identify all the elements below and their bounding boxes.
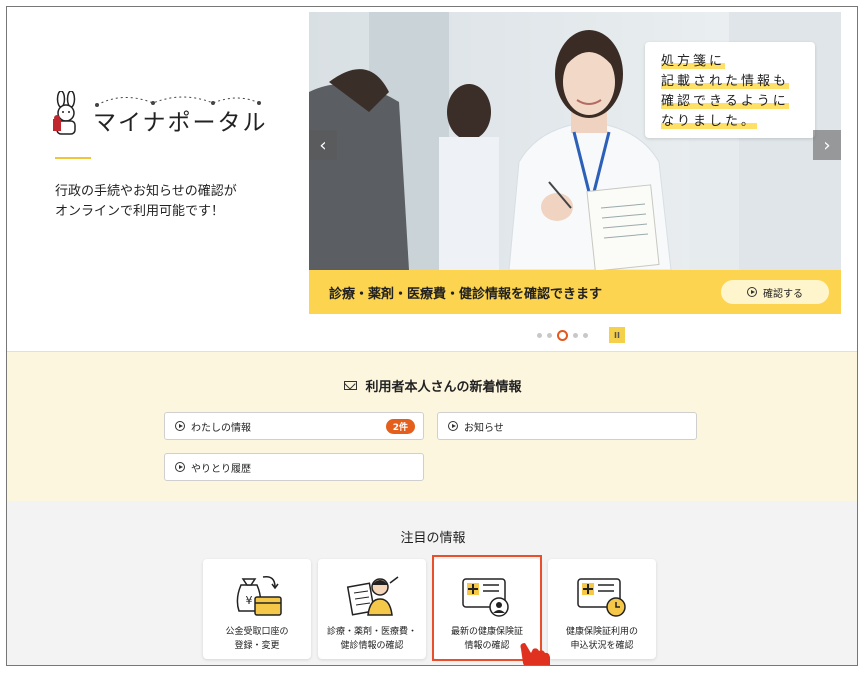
rabbit-mascot-icon	[53, 91, 76, 135]
carousel-dot-5[interactable]	[583, 332, 588, 338]
carousel-next-button[interactable]: ›	[813, 130, 841, 160]
intro-text: 行政の手続やお知らせの確認が オンラインで利用可能です！	[55, 184, 237, 219]
featured-card-insurance-status[interactable]: 健康保険証利用の 申込状況を確認	[548, 559, 656, 659]
banner-callout: 処方箋に 記載された情報も 確認できるように なりました。	[645, 42, 815, 138]
featured-title: 注目の情報	[400, 531, 466, 546]
my-info-count-badge: 2件	[385, 419, 415, 434]
carousel-pause-button[interactable]: II	[609, 327, 625, 343]
carousel-indicator: II	[537, 327, 625, 343]
pointer-hand-icon	[520, 643, 550, 665]
my-info-button[interactable]: わたしの情報 2件	[164, 412, 424, 440]
card-label: 公金受取口座の 登録・変更	[225, 627, 289, 651]
featured-card-bank-account[interactable]: ¥ 公金受取口座の 登録・変更	[203, 559, 311, 659]
banner-confirm-button[interactable]: 確認する	[721, 280, 829, 304]
site-logo[interactable]: マイナポータル	[47, 87, 307, 147]
hero-carousel[interactable]: 処方箋に 記載された情報も 確認できるように なりました。 ‹ › 診療・薬剤・…	[309, 12, 841, 314]
history-button[interactable]: やりとり履歴	[164, 453, 424, 481]
play-circle-icon	[175, 462, 185, 472]
page-frame: マイナポータル 行政の手続やお知らせの確認が オンラインで利用可能です！ 処方箋…	[6, 6, 858, 666]
featured-card-medical-info[interactable]: 診療・薬剤・医療費・ 健診情報の確認	[318, 559, 426, 659]
carousel-dot-3[interactable]	[557, 329, 568, 341]
money-bag-card-icon: ¥	[236, 575, 282, 616]
insurance-card-clock-icon	[577, 578, 626, 617]
document-person-icon	[346, 576, 399, 616]
carousel-dot-4[interactable]	[573, 332, 578, 338]
svg-text:¥: ¥	[246, 594, 253, 607]
play-circle-icon	[175, 421, 185, 431]
card-label: 診療・薬剤・医療費・ 健診情報の確認	[326, 627, 417, 651]
logo-text: マイナポータル	[93, 110, 268, 136]
news-section: 利用者本人さんの新着情報 わたしの情報 2件 お知らせ やりとり履歴	[7, 351, 857, 502]
carousel-dot-2[interactable]	[547, 332, 552, 338]
banner-text: 診療・薬剤・医療費・健診情報を確認できます	[329, 286, 603, 302]
card-label: 健康保険証利用の 申込状況を確認	[565, 627, 638, 651]
banner-bar: 診療・薬剤・医療費・健診情報を確認できます 確認する	[309, 270, 841, 314]
news-title: 利用者本人さんの新着情報	[7, 376, 857, 395]
mail-icon	[344, 381, 358, 390]
play-circle-icon	[448, 421, 458, 431]
play-circle-icon	[747, 287, 757, 297]
logo-underline	[55, 157, 91, 159]
carousel-prev-button[interactable]: ‹	[309, 130, 337, 160]
notices-button[interactable]: お知らせ	[437, 412, 697, 440]
carousel-dot-1[interactable]	[537, 332, 542, 338]
